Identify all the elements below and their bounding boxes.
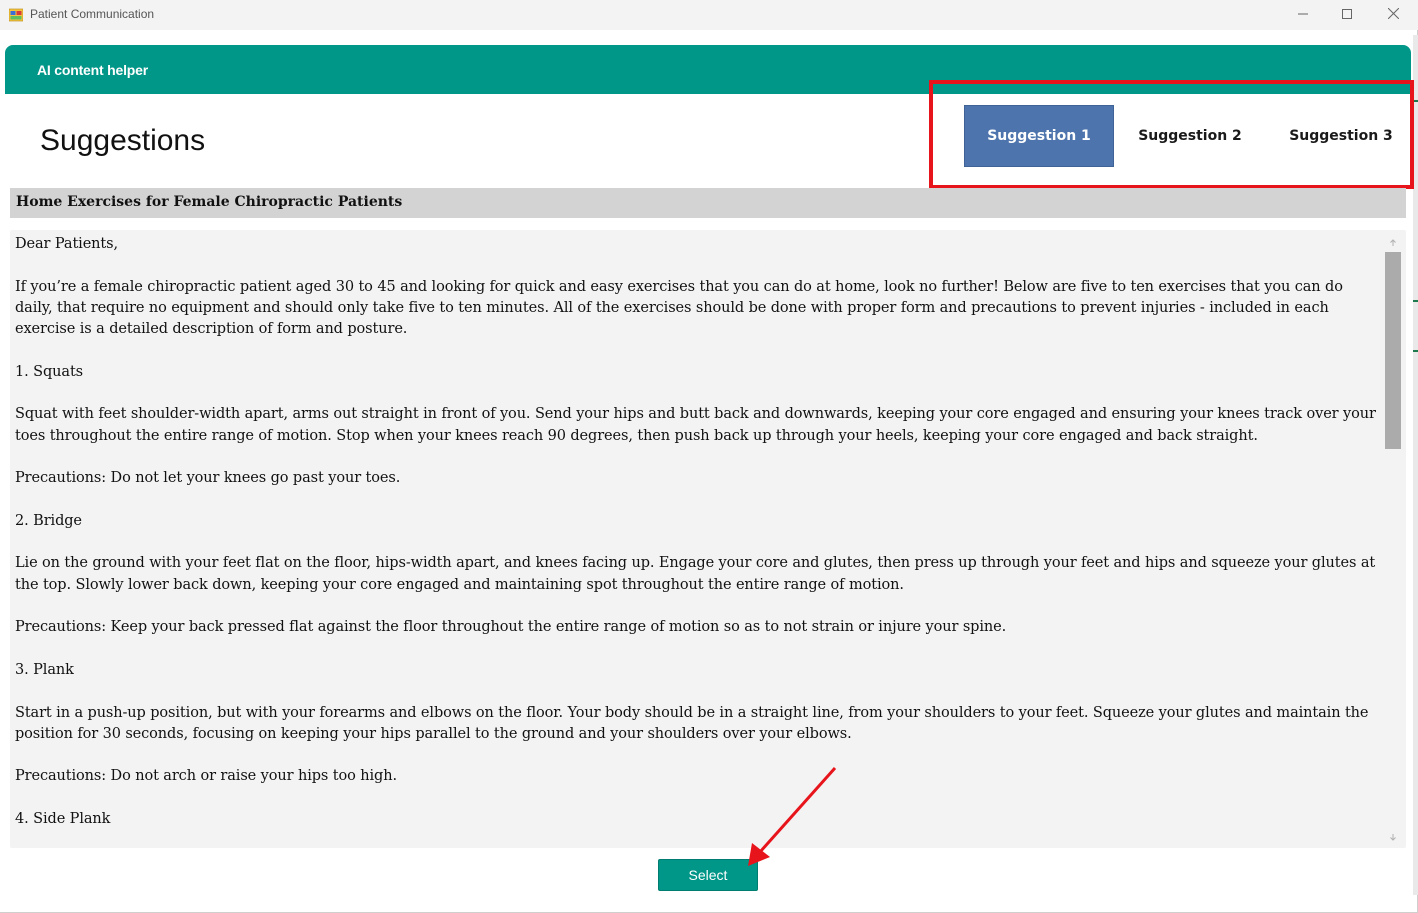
vertical-scrollbar[interactable] — [1384, 234, 1402, 846]
title-bar[interactable]: Patient Communication — [0, 0, 1418, 30]
body-paragraph: Lie on the ground with your feet flat on… — [15, 555, 1376, 593]
subject-field[interactable]: Home Exercises for Female Chiropractic P… — [10, 188, 1406, 218]
app-window: Patient Communication AI content helper … — [0, 0, 1418, 913]
header-title: AI content helper — [37, 62, 148, 78]
tab-suggestion-2[interactable]: Suggestion 2 — [1115, 105, 1265, 167]
scrollbar-thumb[interactable] — [1385, 252, 1401, 449]
background-window-mark — [1413, 350, 1418, 352]
tab-suggestion-1[interactable]: Suggestion 1 — [964, 105, 1114, 167]
page-title: Suggestions — [40, 124, 206, 157]
body-paragraph: 3. Plank — [15, 661, 74, 678]
body-paragraph: Start in a push-up position, but with yo… — [15, 704, 1369, 742]
body-paragraph: Precautions: Do not let your knees go pa… — [15, 470, 401, 487]
body-paragraph: If you’re a female chiropractic patient … — [15, 278, 1343, 338]
minimize-button[interactable] — [1280, 0, 1326, 30]
message-body-text: Dear Patients, If you’re a female chirop… — [15, 234, 1383, 848]
header-band: AI content helper — [5, 45, 1411, 94]
maximize-button[interactable] — [1324, 0, 1370, 30]
select-button[interactable]: Select — [658, 859, 758, 891]
body-paragraph: 1. Squats — [15, 363, 84, 380]
tab-suggestion-3[interactable]: Suggestion 3 — [1266, 105, 1416, 167]
message-body-textarea[interactable]: Dear Patients, If you’re a female chirop… — [10, 230, 1406, 848]
body-paragraph: Precautions: Keep your back pressed flat… — [15, 619, 1007, 636]
close-button[interactable] — [1370, 0, 1416, 30]
body-paragraph: Precautions: Do not arch or raise your h… — [15, 768, 397, 785]
window-title: Patient Communication — [30, 7, 155, 21]
scroll-down-icon[interactable] — [1386, 830, 1400, 844]
body-paragraph: 2. Bridge — [15, 512, 82, 529]
body-paragraph: 4. Side Plank — [15, 811, 111, 828]
body-paragraph: Squat with feet shoulder-width apart, ar… — [15, 406, 1376, 444]
body-paragraph: Dear Patients, — [15, 236, 119, 252]
minimize-icon — [1298, 6, 1308, 24]
app-window-icon — [8, 8, 24, 22]
background-window-mark — [1413, 300, 1418, 302]
maximize-icon — [1342, 6, 1352, 24]
scroll-up-icon[interactable] — [1386, 236, 1400, 250]
close-icon — [1387, 6, 1399, 24]
background-window-mark — [1413, 100, 1418, 102]
